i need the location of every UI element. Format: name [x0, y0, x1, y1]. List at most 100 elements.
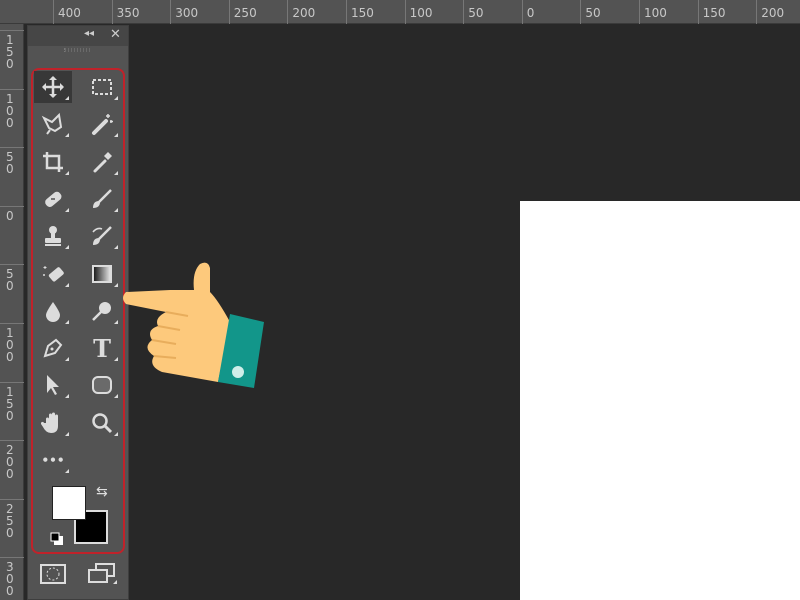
ruler-label: 200 — [292, 6, 316, 20]
rect-marquee-icon — [92, 79, 112, 95]
ruler-label: 150 — [702, 6, 726, 20]
ruler-label: 50 — [6, 267, 14, 294]
pen-icon — [43, 338, 63, 358]
close-panel-button[interactable]: ✕ — [110, 27, 121, 42]
pen-tool[interactable] — [34, 332, 72, 364]
bandage-icon — [45, 191, 62, 207]
ruler-tick — [697, 0, 699, 24]
stamp-icon — [45, 226, 61, 247]
flyout-indicator-icon — [65, 357, 69, 362]
document-canvas[interactable] — [520, 201, 800, 600]
ruler-tick — [0, 557, 24, 559]
panel-grip[interactable] — [64, 48, 92, 52]
flyout-indicator-icon — [65, 319, 69, 324]
ruler-label: 0 — [6, 208, 14, 223]
ruler-tick — [0, 440, 24, 442]
flyout-indicator-icon — [65, 96, 69, 100]
path-selection-tool[interactable] — [34, 369, 72, 401]
ruler-tick — [111, 0, 113, 24]
rounded-rect-icon — [92, 376, 112, 395]
screen-mode-icon[interactable] — [86, 562, 118, 586]
gradient-tool[interactable] — [83, 258, 121, 290]
flyout-indicator-icon — [65, 170, 69, 175]
hand-tool[interactable] — [34, 407, 72, 439]
ruler-label: 300 — [175, 6, 199, 20]
ruler-label: 0 — [526, 6, 535, 20]
ruler-tick — [170, 0, 172, 24]
eyedropper-icon — [93, 151, 112, 173]
ruler-label: 50 — [468, 6, 484, 20]
flyout-indicator-icon — [114, 96, 118, 100]
magnifier-icon — [92, 412, 113, 433]
ruler-tick — [404, 0, 406, 24]
default-colors-icon[interactable] — [50, 532, 64, 546]
flyout-indicator-icon — [65, 394, 69, 399]
ruler-tick — [53, 0, 54, 24]
type-tool[interactable]: T — [83, 332, 121, 364]
ruler-label: 250 — [6, 501, 14, 540]
ruler-tick — [521, 0, 523, 24]
flyout-indicator-icon — [114, 207, 118, 212]
magic-wand-icon — [92, 114, 113, 136]
eyedropper-tool[interactable] — [83, 146, 121, 178]
ruler-label: 100 — [644, 6, 667, 20]
swap-colors-icon[interactable]: ⇆ — [96, 484, 108, 500]
lasso-tool[interactable] — [34, 108, 72, 140]
edit-toolbar[interactable]: ••• — [34, 444, 72, 476]
ruler-tick — [287, 0, 289, 24]
flyout-indicator-icon — [114, 133, 118, 138]
blur-tool[interactable] — [34, 295, 72, 327]
ruler-label: 300 — [6, 560, 14, 599]
flyout-indicator-icon — [114, 245, 118, 250]
flyout-indicator-icon — [65, 469, 69, 473]
ruler-tick — [0, 147, 24, 149]
crop-icon — [43, 151, 63, 172]
eraser-tool[interactable] — [34, 258, 72, 290]
flyout-indicator-icon — [65, 431, 69, 436]
type-icon: T — [93, 333, 111, 363]
flyout-indicator-icon — [114, 431, 118, 436]
ruler-label: 150 — [351, 6, 374, 20]
ruler-label: 200 — [761, 6, 785, 20]
clone-stamp-tool[interactable] — [34, 220, 72, 252]
ruler-label: 350 — [116, 6, 140, 20]
collapse-panel-button[interactable]: ◂◂ — [84, 28, 94, 39]
crop-tool[interactable] — [34, 146, 72, 178]
more-icon: ••• — [41, 453, 65, 467]
brush-icon — [93, 189, 112, 208]
magic-wand-tool[interactable] — [83, 108, 121, 140]
ruler-tick — [0, 88, 24, 90]
panel-header[interactable]: ◂◂ ✕ — [28, 26, 128, 46]
ruler-label: 150 — [6, 33, 14, 71]
drop-icon — [46, 301, 60, 322]
horizontal-ruler: 400 350 300 250 200 150 100 50 0 50 100 150 200 — [0, 0, 800, 24]
polygonal-lasso-icon — [41, 113, 63, 135]
ruler-tick — [0, 381, 24, 383]
history-brush-icon — [92, 226, 112, 246]
ruler-label: 50 — [585, 6, 601, 20]
history-brush-tool[interactable] — [83, 220, 121, 252]
healing-brush-tool[interactable] — [34, 183, 72, 215]
quick-mask-icon[interactable] — [40, 564, 66, 584]
ruler-tick — [228, 0, 230, 24]
flyout-indicator-icon — [65, 282, 69, 287]
ruler-tick — [0, 323, 24, 324]
ruler-tick — [639, 0, 640, 24]
ruler-tick — [346, 0, 347, 24]
marquee-tool[interactable] — [83, 71, 121, 103]
brush-tool[interactable] — [83, 183, 121, 215]
foreground-color-swatch[interactable] — [52, 486, 86, 520]
move-tool[interactable] — [34, 71, 72, 103]
shape-tool[interactable] — [83, 369, 121, 401]
ruler-tick — [580, 0, 582, 24]
zoom-tool[interactable] — [83, 407, 121, 439]
dodge-tool[interactable] — [83, 295, 121, 327]
ruler-tick — [0, 264, 24, 266]
ruler-tick — [0, 205, 24, 207]
flyout-indicator-icon — [114, 394, 118, 399]
ruler-label: 100 — [6, 91, 14, 130]
gradient-icon — [92, 264, 112, 283]
ruler-tick — [463, 0, 465, 24]
flyout-indicator-icon — [65, 133, 69, 138]
ruler-tick — [0, 30, 24, 31]
